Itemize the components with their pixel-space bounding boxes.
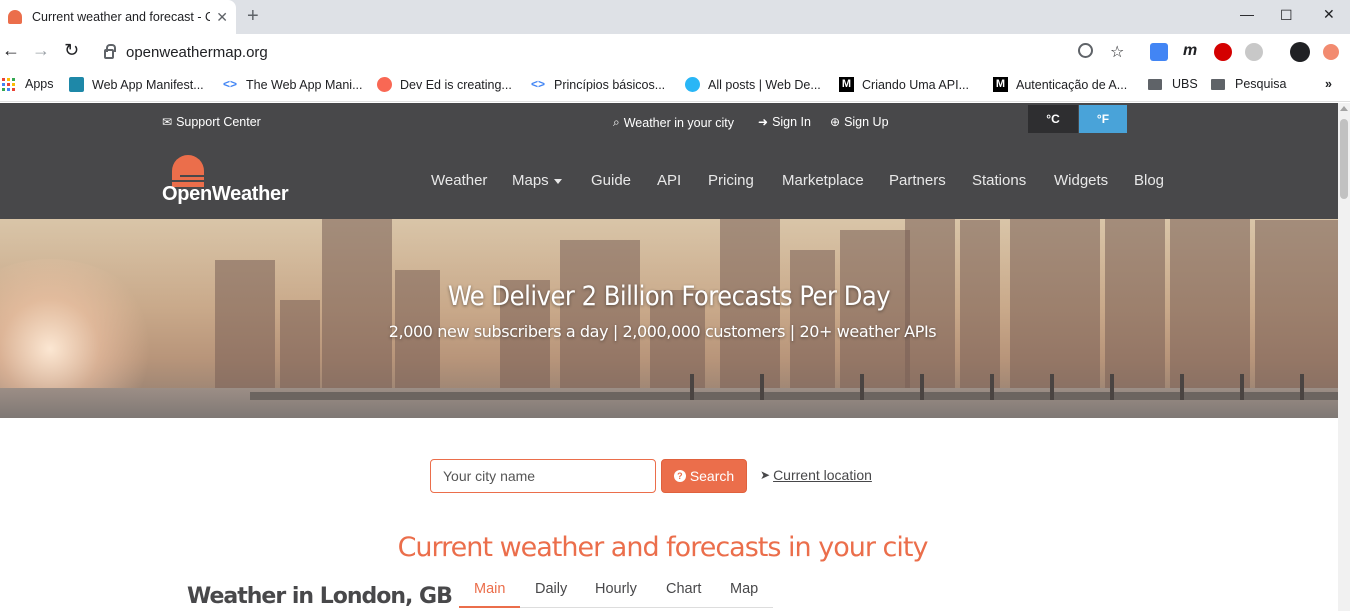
- tab-main[interactable]: Main: [474, 581, 505, 597]
- nav-maps[interactable]: Maps: [512, 172, 562, 189]
- bookmark-dev-ed[interactable]: Dev Ed is creating...: [377, 77, 512, 92]
- update-icon[interactable]: [1323, 44, 1339, 60]
- back-icon[interactable]: ←: [2, 40, 20, 61]
- support-center-link[interactable]: ✉ Support Center: [162, 115, 261, 129]
- patreon-icon: [377, 77, 392, 92]
- page-scrollbar[interactable]: [1338, 103, 1350, 611]
- bookmark-folder-pesquisa[interactable]: Pesquisa: [1211, 77, 1286, 91]
- bookmark-the-web-app-manifest[interactable]: <> The Web App Mani...: [223, 77, 363, 92]
- question-circle-icon: ?: [673, 470, 686, 482]
- bookmark-autenticacao[interactable]: M Autenticação de A...: [993, 77, 1127, 92]
- section-title: Current weather and forecasts in your ci…: [397, 532, 929, 563]
- bookmark-criando-uma-api[interactable]: M Criando Uma API...: [839, 77, 969, 92]
- address-bar[interactable]: openweathermap.org: [104, 40, 268, 64]
- nav-guide[interactable]: Guide: [591, 172, 631, 189]
- nav-api[interactable]: API: [657, 172, 681, 189]
- apps-grid-icon: [2, 77, 15, 91]
- weather-tabs: Main Daily Hourly Chart Map: [459, 578, 773, 608]
- nav-partners[interactable]: Partners: [889, 172, 946, 189]
- code-icon: <>: [223, 77, 238, 91]
- sign-up-link[interactable]: ⊕ Sign Up: [830, 115, 889, 129]
- medium-icon: M: [839, 77, 854, 92]
- minimize-icon[interactable]: —: [1240, 6, 1254, 22]
- bookmark-all-posts[interactable]: All posts | Web De...: [685, 77, 821, 92]
- logo-wordmark: OpenWeather: [162, 183, 289, 205]
- browser-toolbar: ← → ↻ openweathermap.org ☆ m: [0, 34, 1350, 70]
- location-arrow-icon: ➤: [760, 468, 771, 482]
- maximize-icon[interactable]: ☐: [1280, 7, 1293, 24]
- medium-icon: M: [993, 77, 1008, 92]
- location-permission-icon[interactable]: [1078, 43, 1093, 58]
- lock-icon: [104, 44, 116, 59]
- reload-icon[interactable]: ↻: [64, 40, 79, 61]
- nav-marketplace[interactable]: Marketplace: [782, 172, 864, 189]
- nav-pricing[interactable]: Pricing: [708, 172, 754, 189]
- forward-icon[interactable]: →: [32, 40, 50, 61]
- window-close-icon[interactable]: ✕: [1323, 6, 1335, 23]
- unit-fahrenheit-button[interactable]: °F: [1079, 105, 1127, 133]
- browser-tabstrip: Current weather and forecast - OpenWeath…: [0, 0, 1350, 34]
- unit-celsius-button[interactable]: °C: [1028, 105, 1078, 133]
- sign-in-link[interactable]: ➜ Sign In: [758, 115, 811, 129]
- city-weather-title: Weather in London, GB: [187, 584, 453, 609]
- city-search-input[interactable]: [430, 459, 656, 493]
- nav-widgets[interactable]: Widgets: [1054, 172, 1108, 189]
- tab-daily[interactable]: Daily: [535, 581, 567, 597]
- active-tab-indicator: [459, 606, 520, 608]
- tab-close-icon[interactable]: ✕: [216, 9, 228, 26]
- nav-weather[interactable]: Weather: [431, 172, 487, 189]
- search-icon: ⌕: [613, 115, 620, 129]
- globe-icon[interactable]: [1245, 43, 1263, 61]
- chevron-down-icon: [553, 178, 562, 184]
- tab-title: Current weather and forecast - OpenWeath…: [32, 10, 211, 24]
- scrollbar-thumb[interactable]: [1340, 119, 1348, 199]
- hero-banner: We Deliver 2 Billion Forecasts Per Day 2…: [0, 219, 1338, 418]
- current-location-link[interactable]: ➤ Current location: [760, 467, 872, 483]
- hero-title: We Deliver 2 Billion Forecasts Per Day: [447, 281, 891, 312]
- new-tab-icon[interactable]: +: [247, 5, 259, 28]
- tab-map[interactable]: Map: [730, 581, 758, 597]
- weather-in-your-city-link[interactable]: ⌕ Weather in your city: [613, 115, 734, 130]
- nav-blog[interactable]: Blog: [1134, 172, 1164, 189]
- browser-tab[interactable]: Current weather and forecast - OpenWeath…: [0, 0, 236, 34]
- extension-red-icon[interactable]: [1214, 43, 1232, 61]
- main-nav: OpenWeather Weather Maps Guide API Prici…: [0, 143, 1338, 219]
- search-button[interactable]: ? Search: [661, 459, 747, 493]
- sign-in-icon: ➜: [758, 115, 769, 129]
- openweather-logo[interactable]: OpenWeather: [162, 153, 302, 209]
- bookmark-principios-basicos[interactable]: <> Princípios básicos...: [531, 77, 665, 92]
- bookmark-apps[interactable]: Apps: [2, 77, 54, 91]
- envelope-icon: ✉: [162, 115, 173, 129]
- code-icon: <>: [531, 77, 546, 91]
- openweather-favicon-icon: [8, 10, 22, 24]
- bookmark-site-icon: [69, 77, 84, 92]
- folder-icon: [1148, 78, 1162, 90]
- bookmark-folder-ubs[interactable]: UBS: [1148, 77, 1198, 91]
- profile-avatar[interactable]: [1290, 42, 1310, 62]
- chat-icon: [685, 77, 700, 92]
- bookmark-web-app-manifest[interactable]: Web App Manifest...: [69, 77, 204, 92]
- bookmark-star-icon[interactable]: ☆: [1110, 42, 1124, 62]
- bookmarks-bar: Apps Web App Manifest... <> The Web App …: [0, 70, 1350, 102]
- folder-icon: [1211, 78, 1225, 90]
- tab-hourly[interactable]: Hourly: [595, 581, 637, 597]
- scroll-up-icon[interactable]: [1340, 106, 1348, 111]
- more-bookmarks-icon[interactable]: »: [1325, 77, 1332, 91]
- google-translate-icon[interactable]: [1150, 43, 1168, 61]
- plus-circle-icon: ⊕: [830, 115, 841, 129]
- hero-subtitle: 2,000 new subscribers a day | 2,000,000 …: [388, 322, 937, 341]
- tab-chart[interactable]: Chart: [666, 581, 701, 597]
- extension-m-icon[interactable]: m: [1183, 42, 1197, 60]
- url-text: openweathermap.org: [126, 43, 268, 61]
- site-topbar: ✉ Support Center ⌕ Weather in your city …: [0, 103, 1338, 143]
- nav-stations[interactable]: Stations: [972, 172, 1026, 189]
